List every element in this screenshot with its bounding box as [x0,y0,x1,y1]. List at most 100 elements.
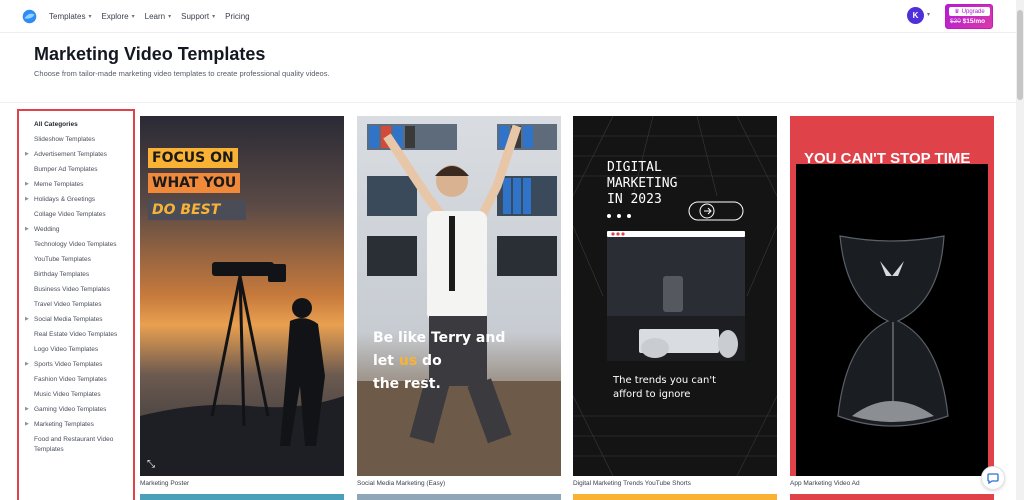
sidebar-category-item[interactable]: YouTube Templates [19,255,133,265]
expand-arrow-icon[interactable]: ▶ [25,195,29,205]
sidebar-category-label: Real Estate Video Templates [34,331,118,338]
expand-arrow-icon[interactable]: ▶ [25,225,29,235]
sidebar-category-label: Sports Video Templates [34,361,103,368]
overlay-text-line-2: let us do [373,353,442,369]
sidebar-category-label: Travel Video Templates [34,301,102,308]
sidebar-category-item[interactable]: ▶ Holidays & Greetings [19,195,133,205]
template-title[interactable]: Marketing Poster [140,480,344,487]
sidebar-category-label: Holidays & Greetings [34,196,96,203]
sidebar-category-item[interactable]: ▶ Social Media Templates [19,315,133,325]
expand-arrow-icon[interactable]: ▶ [25,150,29,160]
sidebar-category-label: Food and Restaurant Video Templates [34,436,114,453]
template-card-partial[interactable] [573,494,777,500]
sidebar-category-label: Technology Video Templates [34,241,117,248]
headline-text: YOU CAN'T STOP TIME [804,150,971,167]
sidebar-category-label: Collage Video Templates [34,211,106,218]
sidebar-category-item[interactable]: Business Video Templates [19,285,133,295]
old-price: $30 [950,18,961,25]
expand-icon[interactable]: ⤡ [147,459,155,470]
template-card[interactable]: DIGITAL MARKETING IN 2023 The trends you… [573,116,777,487]
sidebar-category-item[interactable]: Food and Restaurant Video Templates [19,435,133,454]
help-chat-button[interactable] [981,466,1005,490]
sidebar-category-item[interactable]: Logo Video Templates [19,345,133,355]
upgrade-button[interactable]: ♛ Upgrade $30 $15/mo [945,4,993,29]
logo-icon[interactable] [21,8,38,25]
template-thumbnail[interactable]: FOCUS ON WHAT YOU DO BEST ⤡ [140,116,344,476]
sidebar-category-item[interactable]: ▶ Meme Templates [19,180,133,190]
headline-line-2: WHAT YOU [148,173,241,193]
sidebar-category-label: Bumper Ad Templates [34,166,98,173]
template-title[interactable]: Digital Marketing Trends YouTube Shorts [573,480,777,487]
divider [0,102,1016,103]
sidebar-category-item[interactable]: Birthday Templates [19,270,133,280]
nav-label: Support [181,12,210,21]
template-card[interactable]: YOU CAN'T STOP TIME App Marketing Video … [790,116,994,487]
sidebar-category-item[interactable]: ▶ Advertisement Templates [19,150,133,160]
category-sidebar: All Categories Slideshow Templates ▶ Advert… [17,109,135,500]
upgrade-label: Upgrade [961,8,985,15]
chevron-down-icon[interactable]: ▾ [927,11,930,18]
sidebar-category-label: Wedding [34,226,60,233]
template-card[interactable]: Be like Terry and let us do the rest. So… [357,116,561,487]
avatar[interactable]: K [907,7,924,24]
subtitle-line-2: afford to ignore [613,389,691,400]
chevron-down-icon: ▾ [168,14,172,20]
headline-line-2: MARKETING [607,176,678,191]
template-card-partial[interactable] [140,494,344,500]
sidebar-category-item[interactable]: Bumper Ad Templates [19,165,133,175]
sidebar-category-item[interactable]: Collage Video Templates [19,210,133,220]
nav-pricing[interactable]: Pricing [225,12,249,21]
nav-templates[interactable]: Templates ▾ [49,12,91,21]
photographer-silhouette-icon [140,262,344,476]
headline-text: FOCUS ON [152,150,234,166]
template-thumbnail[interactable]: DIGITAL MARKETING IN 2023 The trends you… [573,116,777,476]
nav-support[interactable]: Support ▾ [181,12,215,21]
main-nav: Templates ▾ Explore ▾ Learn ▾ Support ▾ Pric… [49,0,260,33]
expand-arrow-icon[interactable]: ▶ [25,315,29,325]
template-title[interactable]: App Marketing Video Ad [790,480,994,487]
nav-label: Learn [144,12,166,21]
sidebar-category-item[interactable]: All Categories [19,120,133,130]
chevron-down-icon: ▾ [131,14,135,20]
sidebar-category-label: Gaming Video Templates [34,406,107,413]
crown-icon: ♛ [954,9,960,15]
office-scene-icon [357,124,561,476]
upgrade-price: $30 $15/mo [950,18,985,25]
sidebar-category-label: All Categories [34,121,78,128]
headline-text: WHAT YOU [152,175,237,191]
nav-learn[interactable]: Learn ▾ [145,12,171,21]
scrollbar-thumb[interactable] [1017,10,1023,100]
chevron-down-icon: ▾ [212,14,216,20]
page-scrollbar[interactable] [1016,0,1024,500]
template-card-partial[interactable] [357,494,561,500]
sidebar-category-item[interactable]: ▶ Marketing Templates [19,420,133,430]
expand-arrow-icon[interactable]: ▶ [25,180,29,190]
headline-line-1: FOCUS ON [148,148,238,168]
sidebar-category-item[interactable]: Real Estate Video Templates [19,330,133,340]
sidebar-category-label: Logo Video Templates [34,346,99,353]
overlay-text: do [417,353,442,369]
sidebar-category-item[interactable]: Slideshow Templates [19,135,133,145]
upgrade-pill: ♛ Upgrade [949,7,990,16]
sidebar-category-label: YouTube Templates [34,256,91,263]
sidebar-category-item[interactable]: Travel Video Templates [19,300,133,310]
expand-arrow-icon[interactable]: ▶ [25,405,29,415]
sidebar-category-label: Birthday Templates [34,271,90,278]
sidebar-category-item[interactable]: Technology Video Templates [19,240,133,250]
sidebar-category-label: Social Media Templates [34,316,103,323]
sidebar-category-label: Advertisement Templates [34,151,107,158]
nav-explore[interactable]: Explore ▾ [101,12,134,21]
sidebar-category-item[interactable]: Fashion Video Templates [19,375,133,385]
expand-arrow-icon[interactable]: ▶ [25,420,29,430]
sidebar-category-item[interactable]: ▶ Gaming Video Templates [19,405,133,415]
template-title[interactable]: Social Media Marketing (Easy) [357,480,561,487]
sidebar-category-item[interactable]: ▶ Sports Video Templates [19,360,133,370]
template-thumbnail[interactable]: YOU CAN'T STOP TIME [790,116,994,476]
template-thumbnail[interactable]: Be like Terry and let us do the rest. [357,116,561,476]
expand-arrow-icon[interactable]: ▶ [25,360,29,370]
template-card-partial[interactable] [790,494,994,500]
page-title: Marketing Video Templates [34,44,266,64]
sidebar-category-item[interactable]: ▶ Wedding [19,225,133,235]
sidebar-category-item[interactable]: Music Video Templates [19,390,133,400]
template-card[interactable]: FOCUS ON WHAT YOU DO BEST ⤡ Marketing Po… [140,116,344,487]
